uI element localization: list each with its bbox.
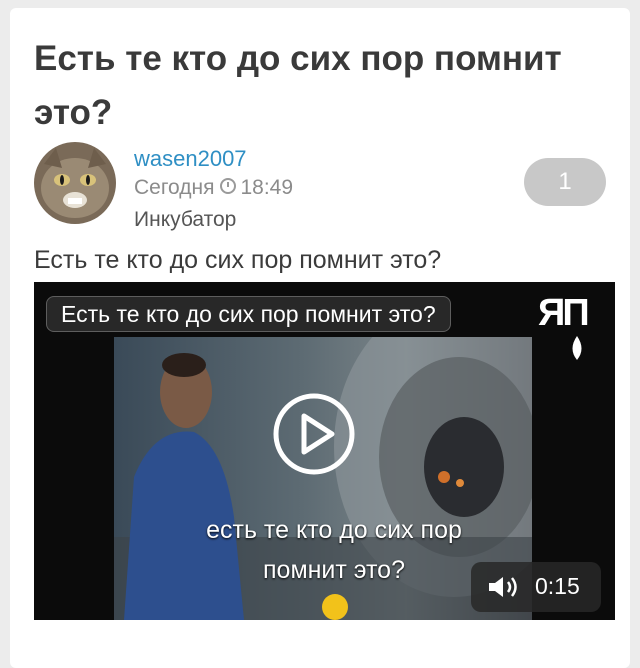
subtitle-line-2: помнит это?	[263, 556, 405, 584]
cat-avatar-image	[34, 142, 116, 224]
comment-count-badge[interactable]: 1	[524, 158, 606, 206]
drop-icon	[572, 336, 582, 360]
play-icon[interactable]	[272, 392, 356, 476]
video-player[interactable]: Есть те кто до сих пор помнит это? ЯП ес…	[34, 282, 615, 620]
clock-icon	[220, 178, 237, 194]
post-date: Сегодня	[134, 176, 215, 199]
laughing-emoji-icon	[322, 594, 348, 620]
author-link[interactable]: wasen2007	[134, 146, 247, 172]
video-duration: 0:15	[535, 573, 580, 599]
post-time: 18:49	[240, 176, 294, 199]
video-subtitle: есть те кто до сих пор помнит это?	[144, 510, 524, 590]
post-title[interactable]: Есть те кто до сих пор помнит это?	[34, 32, 594, 140]
post-text: Есть те кто до сих пор помнит это?	[34, 246, 442, 274]
post-card: Есть те кто до сих пор помнит это? wasen…	[10, 8, 630, 668]
community-link[interactable]: Инкубатор	[134, 208, 236, 232]
video-caption: Есть те кто до сих пор помнит это?	[46, 296, 451, 332]
post-meta: Сегодня 18:49	[134, 176, 293, 200]
channel-logo: ЯП	[538, 292, 590, 334]
avatar[interactable]	[34, 142, 116, 224]
volume-icon[interactable]	[487, 575, 523, 599]
video-controls: 0:15	[471, 562, 601, 612]
subtitle-line-1: есть те кто до сих пор	[206, 516, 462, 544]
